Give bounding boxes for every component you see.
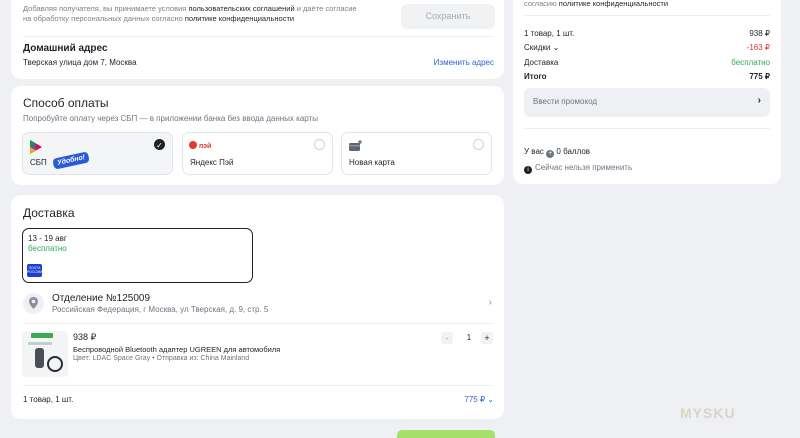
payment-description: Попробуйте оплату через СБП — в приложен… — [23, 114, 318, 123]
divider — [524, 128, 770, 129]
promo-code-input[interactable]: Ввести промокод › — [524, 88, 770, 117]
divider — [524, 15, 770, 16]
payment-option-yandex-pay[interactable]: пэй Яндекс Пэй — [182, 132, 333, 175]
payment-option-sbp[interactable]: СБП Удобно! ✓ — [22, 132, 173, 175]
home-address-text: Тверская улица дом 7, Москва — [23, 58, 137, 67]
summary-row-items: 1 товар, 1 шт. 938 ₽ — [524, 29, 770, 41]
summary-label: Доставка — [524, 58, 559, 67]
sbp-icon — [30, 140, 42, 154]
quantity-increase-button[interactable]: + — [481, 332, 493, 344]
points-unavailable-text: Сейчас нельзя применить — [535, 163, 633, 172]
privacy-policy-link[interactable]: политике конфиденциальности — [185, 14, 294, 23]
consent-text: Добавляя получателя, вы принимаете услов… — [23, 4, 363, 24]
delivery-title: Доставка — [23, 206, 75, 220]
product-price: 938 ₽ — [73, 332, 97, 342]
russian-post-logo: ПОЧТА РОССИИ — [27, 264, 42, 277]
summary-consent-pre: согласию — [524, 0, 559, 8]
pickup-point-row-icon-wrap — [23, 293, 44, 314]
payment-title: Способ оплаты — [23, 96, 109, 110]
payment-option-label: Новая карта — [349, 158, 395, 167]
product-meta: Цвет: LDAC Space Gray • Отправка из: Chi… — [73, 355, 250, 362]
home-address-title: Домашний адрес — [23, 43, 108, 54]
delivery-price: бесплатно — [28, 244, 67, 253]
product-image[interactable] — [22, 331, 68, 377]
summary-label: Скидки ⌄ — [524, 43, 560, 52]
summary-row-discounts[interactable]: Скидки ⌄ -163 ₽ — [524, 43, 770, 55]
delivery-sum: 775 ₽ — [464, 395, 486, 404]
summary-value: бесплатно — [731, 58, 770, 67]
promo-placeholder: Ввести промокод — [533, 97, 598, 106]
payment-option-label: Яндекс Пэй — [190, 158, 234, 167]
product-name[interactable]: Беспроводной Bluetooth адаптер UGREEN дл… — [73, 345, 280, 354]
payment-option-label: СБП — [30, 158, 47, 167]
summary-row-delivery: Доставка бесплатно — [524, 58, 770, 70]
chevron-down-icon: ⌄ — [552, 43, 560, 52]
card-plus-icon — [349, 140, 362, 151]
summary-value: 775 ₽ — [749, 72, 770, 81]
consent-text-pre: Добавляя получателя, вы принимаете услов… — [23, 4, 189, 13]
quantity-value: 1 — [466, 333, 472, 342]
map-pin-icon — [29, 297, 38, 309]
points-label: У вас — [524, 147, 544, 156]
post-office-title[interactable]: Отделение №125009 — [52, 293, 150, 304]
convenient-badge: Удобно! — [52, 151, 91, 170]
divider — [23, 385, 492, 386]
delivery-sum-dropdown[interactable]: 775 ₽ ⌄ — [464, 395, 494, 404]
summary-privacy-link[interactable]: политике конфиденциальности — [559, 0, 668, 8]
summary-value: 938 ₽ — [749, 29, 770, 38]
points-unavailable: i Сейчас нельзя применить — [524, 163, 632, 174]
delivery-card: Доставка 13 - 19 авг бесплатно ПОЧТА РОС… — [11, 195, 504, 419]
points-value: 0 баллов — [556, 147, 591, 156]
info-icon: i — [524, 166, 532, 174]
points-balance: У вас + 0 баллов — [524, 147, 590, 158]
summary-consent-text: согласию политике конфиденциальности — [524, 0, 668, 8]
order-summary-card: согласию политике конфиденциальности 1 т… — [513, 0, 781, 184]
quantity-decrease-button[interactable]: - — [441, 332, 453, 344]
yandex-pay-icon: пэй — [189, 141, 211, 150]
radio-unchecked[interactable] — [314, 139, 325, 150]
chevron-right-icon[interactable]: › — [758, 95, 761, 106]
watermark: MYSKU — [680, 405, 736, 421]
chevron-down-icon: ⌄ — [487, 395, 494, 404]
delivery-date-option[interactable]: 13 - 19 авг бесплатно ПОЧТА РОССИИ — [22, 228, 253, 283]
recipient-card: Добавляя получателя, вы принимаете услов… — [11, 0, 504, 79]
divider — [23, 36, 492, 37]
yandex-pay-logo-text: пэй — [198, 143, 212, 150]
radio-unchecked[interactable] — [473, 139, 484, 150]
summary-value: -163 ₽ — [746, 43, 770, 52]
payment-card: Способ оплаты Попробуйте оплату через СБ… — [11, 86, 504, 185]
post-office-address: Российская Федерация, г Москва, ул Тверс… — [52, 305, 269, 314]
change-address-link[interactable]: Изменить адрес — [434, 58, 494, 67]
plus-circle-icon: + — [546, 150, 555, 158]
divider — [23, 323, 492, 324]
chevron-right-icon[interactable]: › — [489, 297, 492, 308]
summary-label: 1 товар, 1 шт. — [524, 29, 575, 38]
radio-checked[interactable]: ✓ — [154, 139, 165, 150]
summary-label: Итого — [524, 72, 547, 81]
delivery-date-range: 13 - 19 авг — [28, 234, 67, 243]
summary-row-total: Итого 775 ₽ — [524, 72, 770, 84]
save-button[interactable]: Сохранить — [401, 4, 495, 29]
delivery-item-count: 1 товар, 1 шт. — [23, 395, 74, 404]
payment-option-new-card[interactable]: Новая карта — [341, 132, 492, 175]
checkout-button[interactable] — [397, 430, 495, 438]
user-agreements-link[interactable]: пользовательских соглашений — [188, 4, 294, 13]
